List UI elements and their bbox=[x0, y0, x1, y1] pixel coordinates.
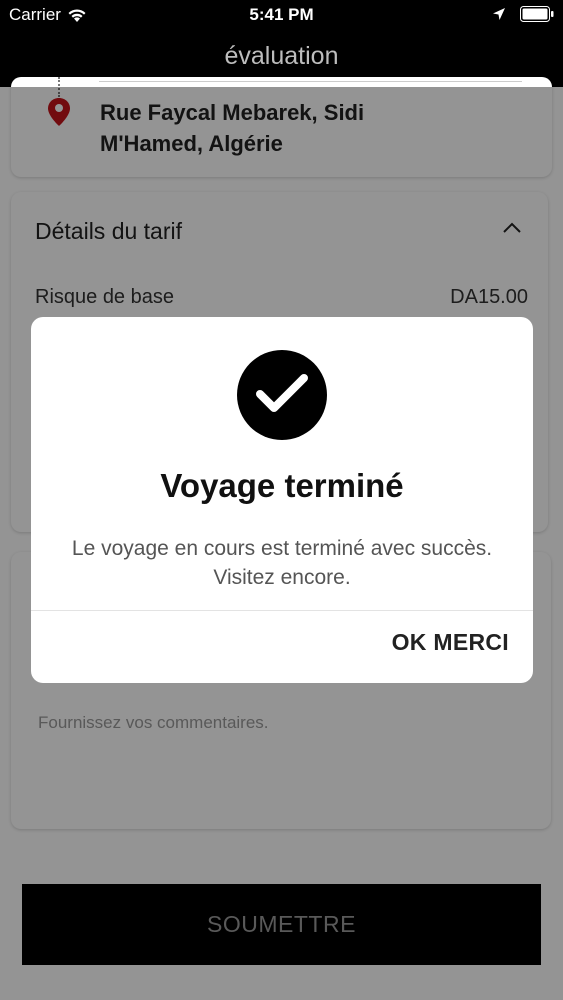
location-arrow-icon bbox=[493, 8, 505, 20]
dialog-divider bbox=[31, 610, 533, 611]
checkmark-icon bbox=[256, 374, 308, 412]
ok-button[interactable]: OK MERCI bbox=[392, 629, 509, 656]
page-title: évaluation bbox=[224, 42, 339, 70]
status-right-group bbox=[492, 6, 554, 22]
dialog-message: Le voyage en cours est terminé avec succ… bbox=[71, 537, 493, 589]
trip-completed-dialog: Voyage terminé Le voyage en cours est te… bbox=[31, 317, 533, 683]
dialog-title: Voyage terminé bbox=[160, 467, 404, 504]
clock: 5:41 PM bbox=[249, 5, 314, 24]
battery-icon bbox=[520, 6, 554, 22]
address-divider bbox=[99, 81, 522, 82]
status-bar: Carrier 5:41 PM bbox=[0, 0, 563, 30]
success-badge bbox=[237, 350, 327, 440]
